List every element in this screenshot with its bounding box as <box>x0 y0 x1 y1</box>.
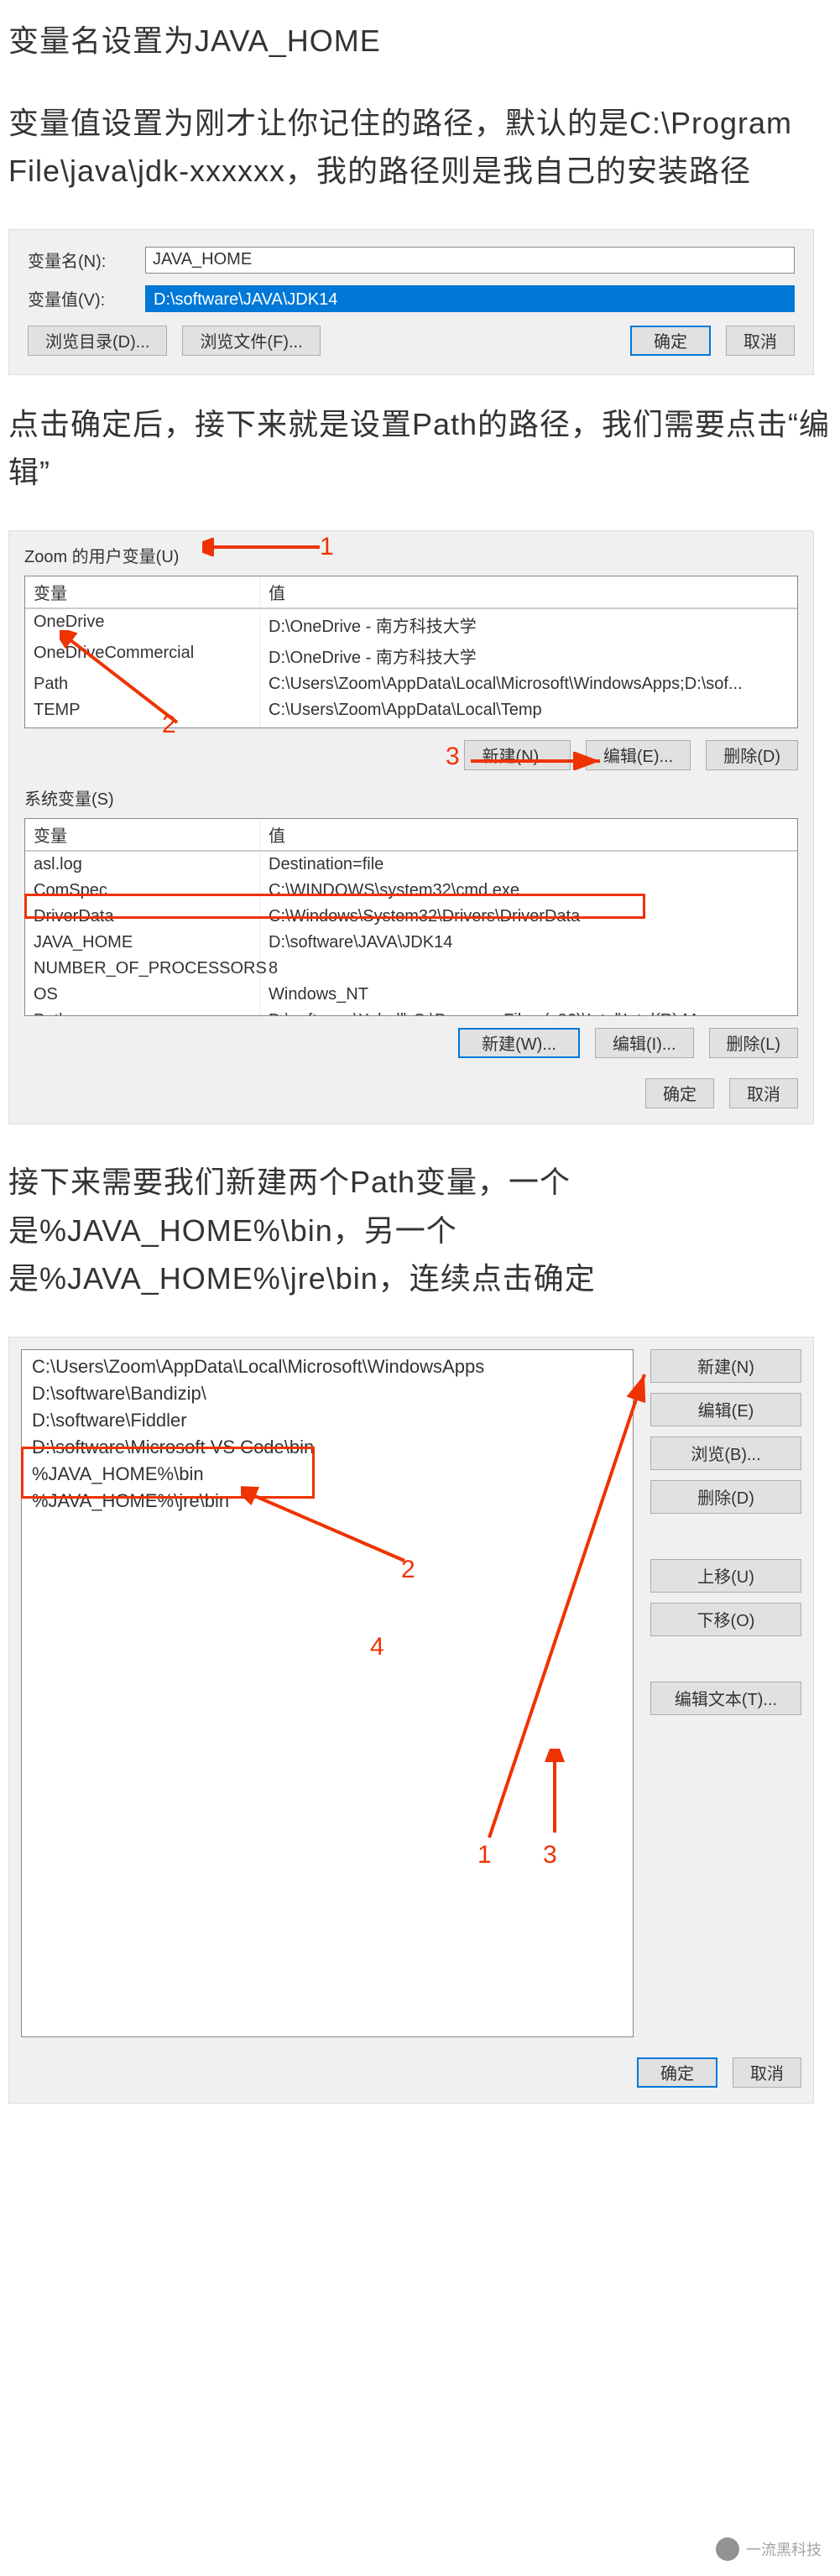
list-item[interactable]: Path <box>25 1008 260 1016</box>
annotation-3: 3 <box>543 1841 557 1869</box>
watermark-text: 一流黑科技 <box>746 2538 822 2560</box>
col-value: 值 <box>260 819 797 851</box>
watermark: 一流黑科技 <box>707 2532 830 2566</box>
col-variable: 变量 <box>25 819 260 851</box>
system-delete-button[interactable]: 删除(L) <box>709 1028 798 1058</box>
var-value-label: 变量值(V): <box>28 286 145 310</box>
user-delete-button[interactable]: 删除(D) <box>706 740 798 770</box>
col-value: 值 <box>260 576 797 608</box>
system-edit-button[interactable]: 编辑(I)... <box>595 1028 694 1058</box>
edit-variable-dialog: 变量名(N): 变量值(V): D:\software\JAVA\JDK14 浏… <box>8 229 814 375</box>
arrow-icon <box>241 1485 417 1569</box>
path-cancel-button[interactable]: 取消 <box>733 2057 801 2088</box>
env-ok-button[interactable]: 确定 <box>645 1078 714 1108</box>
system-new-button[interactable]: 新建(W)... <box>458 1028 580 1058</box>
browse-directory-button[interactable]: 浏览目录(D)... <box>28 326 167 356</box>
paragraph-2: 变量值设置为刚才让你记住的路径，默认的是C:\Program File\java… <box>0 82 840 212</box>
var-name-field[interactable] <box>145 247 795 274</box>
wechat-icon <box>716 2537 739 2561</box>
environment-variables-dialog: Zoom 的用户变量(U) 变量 值 OneDriveD:\OneDrive -… <box>8 530 814 1124</box>
arrow-icon <box>472 1368 691 1846</box>
list-item[interactable]: ComSpec <box>25 878 260 904</box>
list-item[interactable]: OS <box>25 982 260 1008</box>
arrow-icon <box>543 1749 566 1841</box>
cancel-button[interactable]: 取消 <box>726 326 795 356</box>
ok-button[interactable]: 确定 <box>630 326 711 356</box>
var-value-field[interactable]: D:\software\JAVA\JDK14 <box>145 285 795 312</box>
list-item[interactable]: asl.log <box>25 852 260 878</box>
var-name-label: 变量名(N): <box>28 248 145 272</box>
user-vars-title: Zoom 的用户变量(U) <box>24 543 798 567</box>
annotation-4: 4 <box>370 1633 384 1661</box>
paragraph-1: 变量名设置为JAVA_HOME <box>0 0 840 82</box>
paragraph-4: 接下来需要我们新建两个Path变量，一个是%JAVA_HOME%\bin，另一个… <box>0 1141 840 1320</box>
arrow-icon <box>60 630 194 731</box>
arrow-icon <box>202 538 328 556</box>
list-item[interactable]: NUMBER_OF_PROCESSORS <box>25 956 260 982</box>
system-vars-title: 系统变量(S) <box>24 785 798 810</box>
annotation-3: 3 <box>446 743 460 771</box>
paragraph-3: 点击确定后，接下来就是设置Path的路径，我们需要点击“编辑” <box>0 383 840 514</box>
browse-file-button[interactable]: 浏览文件(F)... <box>182 326 320 356</box>
env-cancel-button[interactable]: 取消 <box>729 1078 798 1108</box>
arrow-icon <box>467 752 610 770</box>
list-item[interactable]: DriverData <box>25 904 260 930</box>
path-ok-button[interactable]: 确定 <box>637 2057 717 2088</box>
list-item[interactable]: JAVA_HOME <box>25 930 260 956</box>
col-variable: 变量 <box>25 576 260 608</box>
edit-path-dialog: C:\Users\Zoom\AppData\Local\Microsoft\Wi… <box>8 1337 814 2104</box>
system-vars-list[interactable]: 变量 值 asl.logDestination=file ComSpecC:\W… <box>24 818 798 1016</box>
